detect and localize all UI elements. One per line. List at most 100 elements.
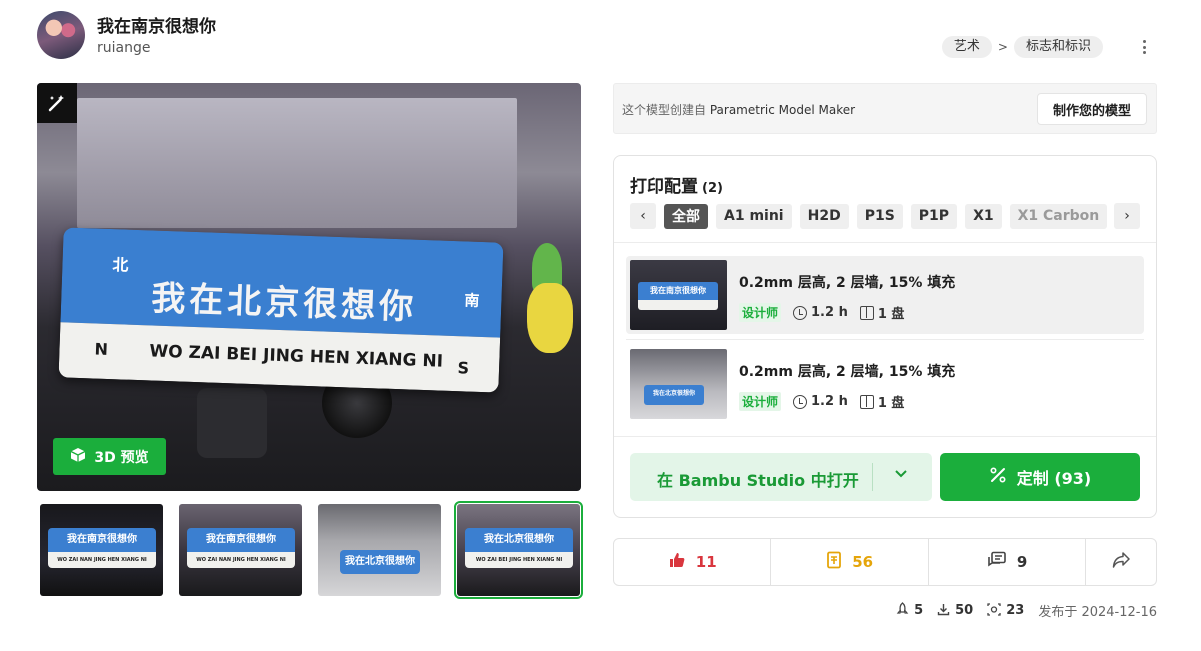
sign-south-label: 南 <box>464 291 480 310</box>
profile-2-time: 1.2 h <box>811 394 848 409</box>
author-name[interactable]: ruiange <box>97 40 150 56</box>
boost-stat: 5 <box>896 602 923 619</box>
thumbnail-strip: 我在南京很想你 WO ZAI NAN JING HEN XIANG NI 我在南京… <box>40 501 583 599</box>
sign-model: 北 我在北京很想你 南 N WO ZAI BEI JING HEN XIANG … <box>58 227 504 393</box>
profile-1-meta: 设计师 1.2 h 1 盘 <box>739 303 904 322</box>
breadcrumb-art[interactable]: 艺术 <box>941 36 992 58</box>
chevron-down-icon[interactable] <box>895 466 907 482</box>
thumbnail-1[interactable]: 我在南京很想你 WO ZAI NAN JING HEN XIANG NI <box>40 504 163 596</box>
profile-1-image-text: 我在南京很想你 <box>638 282 718 300</box>
download-count: 50 <box>955 603 974 618</box>
ai-wand-icon[interactable] <box>37 83 77 123</box>
chip-p1p[interactable]: P1P <box>910 203 958 229</box>
model-title: 我在南京很想你 <box>97 17 216 37</box>
maker-origin-text: 这个模型创建自 Parametric Model Maker <box>622 101 855 118</box>
chip-a1-mini[interactable]: A1 mini <box>716 203 792 229</box>
thumbnail-4-en: WO ZAI BEI JING HEN XIANG NI <box>465 552 573 568</box>
designer-badge: 设计师 <box>739 303 782 322</box>
download-icon <box>937 603 950 619</box>
comment-count: 9 <box>1016 553 1028 571</box>
breadcrumb-signs[interactable]: 标志和标识 <box>1013 36 1103 58</box>
print-profiles-heading: 打印配置 <box>630 177 698 197</box>
designer-badge: 设计师 <box>739 392 782 411</box>
favorite-button[interactable]: 56 <box>771 539 929 585</box>
main-image[interactable]: 北 我在北京很想你 南 N WO ZAI BEI JING HEN XIANG … <box>37 83 581 491</box>
button-separator <box>872 463 873 491</box>
chip-x1[interactable]: X1 <box>965 203 1002 229</box>
print-profiles-count: (2) <box>702 181 723 196</box>
chip-x1-carbon[interactable]: X1 Carbon <box>1009 203 1108 229</box>
model-stats: 5 50 23 发布于 2024-12-16 <box>896 601 1157 620</box>
print-profile-2[interactable]: 我在北京很想你 0.2mm 层高, 2 层墙, 15% 填充 设计师 1.2 h… <box>626 345 1144 423</box>
more-options-icon[interactable] <box>1137 37 1151 57</box>
chip-all[interactable]: 全部 <box>664 203 708 229</box>
thumbnail-2[interactable]: 我在南京很想你 WO ZAI NAN JING HEN XIANG NI <box>179 504 302 596</box>
controller-dpad <box>197 388 267 458</box>
bookmark-icon <box>826 551 842 573</box>
open-in-bambu-studio-label: 在 Bambu Studio 中打开 <box>657 471 859 490</box>
thumbnail-1-en: WO ZAI NAN JING HEN XIANG NI <box>48 552 156 568</box>
thumbnail-4-selected[interactable]: 我在北京很想你 WO ZAI BEI JING HEN XIANG NI <box>454 501 583 599</box>
rocket-icon <box>896 602 909 619</box>
like-button[interactable]: 11 <box>614 539 772 585</box>
divider <box>614 436 1156 437</box>
profile-2-plates: 1 盘 <box>877 396 905 411</box>
model-maker-banner: 这个模型创建自 Parametric Model Maker 制作您的模型 <box>613 83 1157 134</box>
printer-filter-chips: ‹ 全部 A1 mini H2D P1S P1P X1 X1 Carbon <box>630 203 1108 229</box>
thumbs-up-icon <box>668 551 686 573</box>
action-bar: 11 56 9 <box>613 538 1157 586</box>
chip-h2d[interactable]: H2D <box>799 203 849 229</box>
thumbnail-1-cn: 我在南京很想你 <box>48 528 156 552</box>
plate-icon <box>859 394 874 409</box>
maker-tool-link[interactable]: Parametric Model Maker <box>710 103 855 117</box>
sign-pinyin-text: WO ZAI BEI JING HEN XIANG NI <box>149 341 444 372</box>
customize-button[interactable]: 定制 (93) <box>940 453 1140 501</box>
divider <box>614 242 1156 243</box>
clock-icon <box>793 305 808 320</box>
sign-north-label: 北 <box>112 255 129 275</box>
thumbnail-3[interactable]: 我在北京很想你 <box>318 504 441 596</box>
comment-button[interactable]: 9 <box>929 539 1087 585</box>
chevron-left-icon[interactable]: ‹ <box>630 203 656 229</box>
profile-1-image: 我在南京很想你 <box>630 260 727 330</box>
make-your-model-button[interactable]: 制作您的模型 <box>1037 93 1147 125</box>
plate-icon <box>859 305 874 320</box>
profile-2-image-text: 我在北京很想你 <box>644 385 704 405</box>
chip-p1s[interactable]: P1S <box>856 203 903 229</box>
divider <box>626 339 1144 340</box>
3d-preview-label: 3D 预览 <box>94 449 149 466</box>
customize-icon <box>989 466 1007 488</box>
sign-chinese-text: 我在北京很想你 <box>150 278 418 328</box>
chevron-right-icon[interactable]: › <box>1114 203 1140 229</box>
breadcrumb: 艺术 > 标志和标识 <box>941 36 1103 58</box>
maker-prefix: 这个模型创建自 <box>622 103 707 117</box>
share-button[interactable] <box>1086 539 1156 585</box>
printer-icon <box>987 602 1001 619</box>
boost-count: 5 <box>914 603 924 618</box>
3d-preview-button[interactable]: 3D 预览 <box>53 438 166 475</box>
pineapple-figure <box>527 283 573 353</box>
profile-2-image: 我在北京很想你 <box>630 349 727 419</box>
print-profiles-card: 打印配置 (2) ‹ 全部 A1 mini H2D P1S P1P X1 X1 C… <box>613 155 1157 518</box>
cube-icon <box>70 447 86 467</box>
open-in-bambu-studio-button[interactable]: 在 Bambu Studio 中打开 <box>630 453 932 501</box>
thumbnail-2-cn: 我在南京很想你 <box>187 528 295 552</box>
publish-date: 发布于 2024-12-16 <box>1038 605 1157 620</box>
breadcrumb-separator: > <box>997 40 1008 54</box>
like-count: 11 <box>695 553 717 571</box>
author-avatar[interactable] <box>37 11 85 59</box>
sign-s-letter: S <box>457 358 470 378</box>
sign-n-letter: N <box>94 339 109 359</box>
thumbnail-2-en: WO ZAI NAN JING HEN XIANG NI <box>187 552 295 568</box>
background-monitor <box>77 98 517 228</box>
customize-label: 定制 (93) <box>1016 469 1092 488</box>
print-stat: 23 <box>987 602 1025 619</box>
share-icon <box>1112 552 1130 572</box>
print-count: 23 <box>1006 603 1025 618</box>
download-stat: 50 <box>937 603 973 619</box>
clock-icon <box>793 394 808 409</box>
profile-1-title: 0.2mm 层高, 2 层墙, 15% 填充 <box>739 275 956 291</box>
print-profiles-title: 打印配置 (2) <box>630 172 723 197</box>
print-profile-1[interactable]: 我在南京很想你 0.2mm 层高, 2 层墙, 15% 填充 设计师 1.2 h… <box>626 256 1144 334</box>
profile-1-plates: 1 盘 <box>877 307 905 322</box>
